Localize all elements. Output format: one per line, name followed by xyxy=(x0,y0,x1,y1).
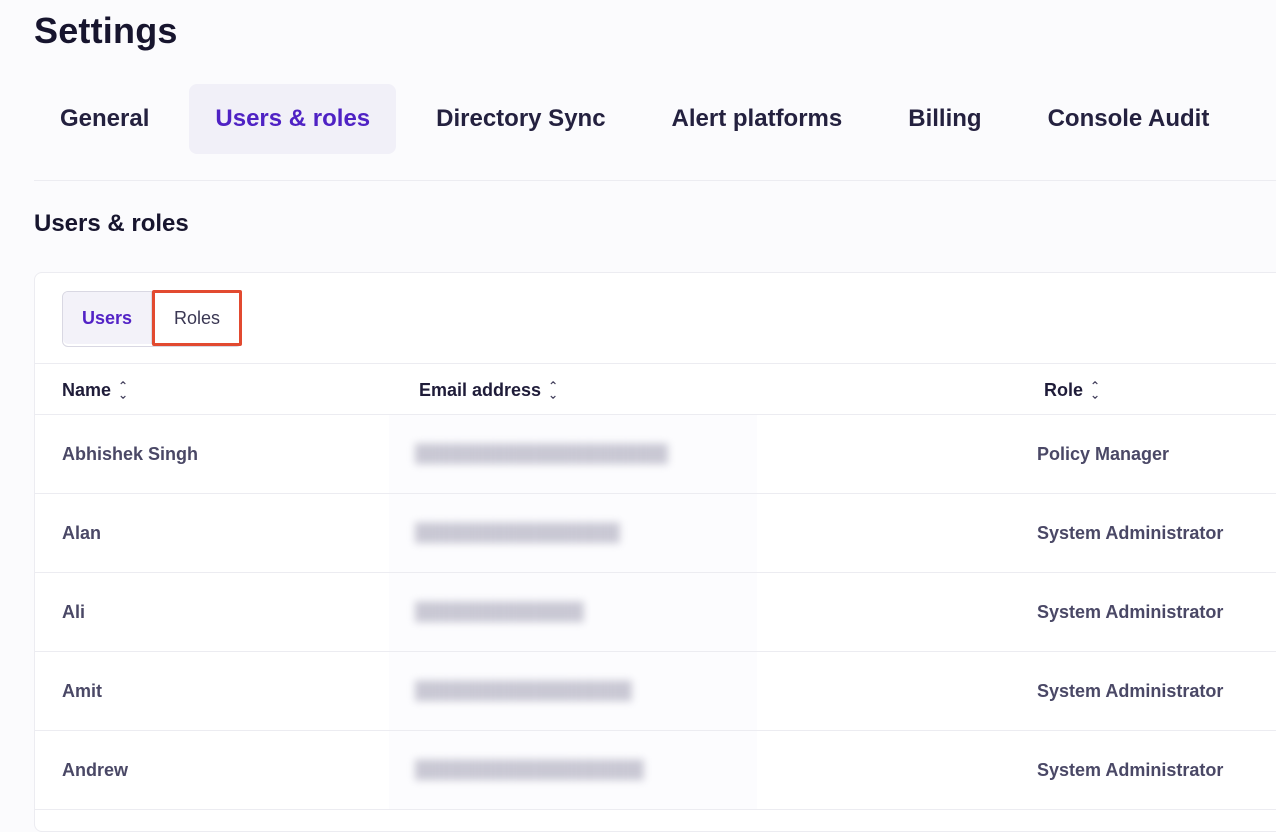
user-name: Amit xyxy=(62,680,102,701)
user-name: Alan xyxy=(62,522,102,543)
column-header-email-label: Email address xyxy=(419,379,542,400)
users-roles-card: Users Roles Name ⌃ ⌃ Email address ⌃ ⌃ Rol… xyxy=(34,272,1276,832)
column-header-role-label: Role xyxy=(1044,379,1084,400)
user-role: Policy Manager xyxy=(1037,443,1170,464)
user-name: Ali xyxy=(62,601,86,622)
table-row[interactable]: Alan █████████████████ System Administra… xyxy=(35,494,1276,573)
user-email-redacted: ███████████████████ xyxy=(389,731,757,809)
tab-general[interactable]: General xyxy=(34,84,175,154)
tab-console-audit[interactable]: Console Audit xyxy=(1022,84,1236,154)
user-role: System Administrator xyxy=(1037,680,1224,701)
sort-icon[interactable]: ⌃ ⌃ xyxy=(118,380,128,401)
table-row[interactable]: Andrew ███████████████████ System Admini… xyxy=(35,731,1276,810)
user-name: Abhishek Singh xyxy=(62,443,199,464)
sort-icon[interactable]: ⌃ ⌃ xyxy=(548,380,558,401)
page-title: Settings xyxy=(34,10,178,51)
tabs-divider xyxy=(34,180,1276,181)
column-header-name-label: Name xyxy=(62,379,112,400)
user-role: System Administrator xyxy=(1037,601,1224,622)
section-title: Users & roles xyxy=(34,210,189,237)
column-header-role[interactable]: Role ⌃ ⌃ xyxy=(1044,364,1100,416)
tab-directory-sync[interactable]: Directory Sync xyxy=(410,84,631,154)
tab-billing[interactable]: Billing xyxy=(882,84,1007,154)
table-header: Name ⌃ ⌃ Email address ⌃ ⌃ Role ⌃ ⌃ xyxy=(35,363,1276,415)
user-email-redacted: █████████████████ xyxy=(389,494,757,572)
tab-alert-platforms[interactable]: Alert platforms xyxy=(646,84,869,154)
sort-icon[interactable]: ⌃ ⌃ xyxy=(1090,380,1100,401)
settings-tabs: General Users & roles Directory Sync Ale… xyxy=(34,84,1249,154)
user-email-redacted: ██████████████ xyxy=(389,573,757,651)
table-row[interactable]: Amit ██████████████████ System Administr… xyxy=(35,652,1276,731)
user-name: Andrew xyxy=(62,759,129,780)
table-row[interactable]: Ali ██████████████ System Administrator xyxy=(35,573,1276,652)
user-role: System Administrator xyxy=(1037,759,1224,780)
column-header-email[interactable]: Email address ⌃ ⌃ xyxy=(419,364,558,416)
tab-users-roles[interactable]: Users & roles xyxy=(189,84,397,154)
user-email-redacted: ██████████████████ xyxy=(389,652,757,730)
table-row[interactable]: Abhishek Singh █████████████████████ Pol… xyxy=(35,415,1276,494)
roles-toggle-button[interactable]: Roles xyxy=(152,290,242,346)
user-role: System Administrator xyxy=(1037,522,1224,543)
user-email-redacted: █████████████████████ xyxy=(389,415,757,493)
column-header-name[interactable]: Name ⌃ ⌃ xyxy=(62,364,128,416)
users-toggle-button[interactable]: Users xyxy=(63,292,152,344)
users-roles-toggle: Users Roles xyxy=(62,290,242,347)
